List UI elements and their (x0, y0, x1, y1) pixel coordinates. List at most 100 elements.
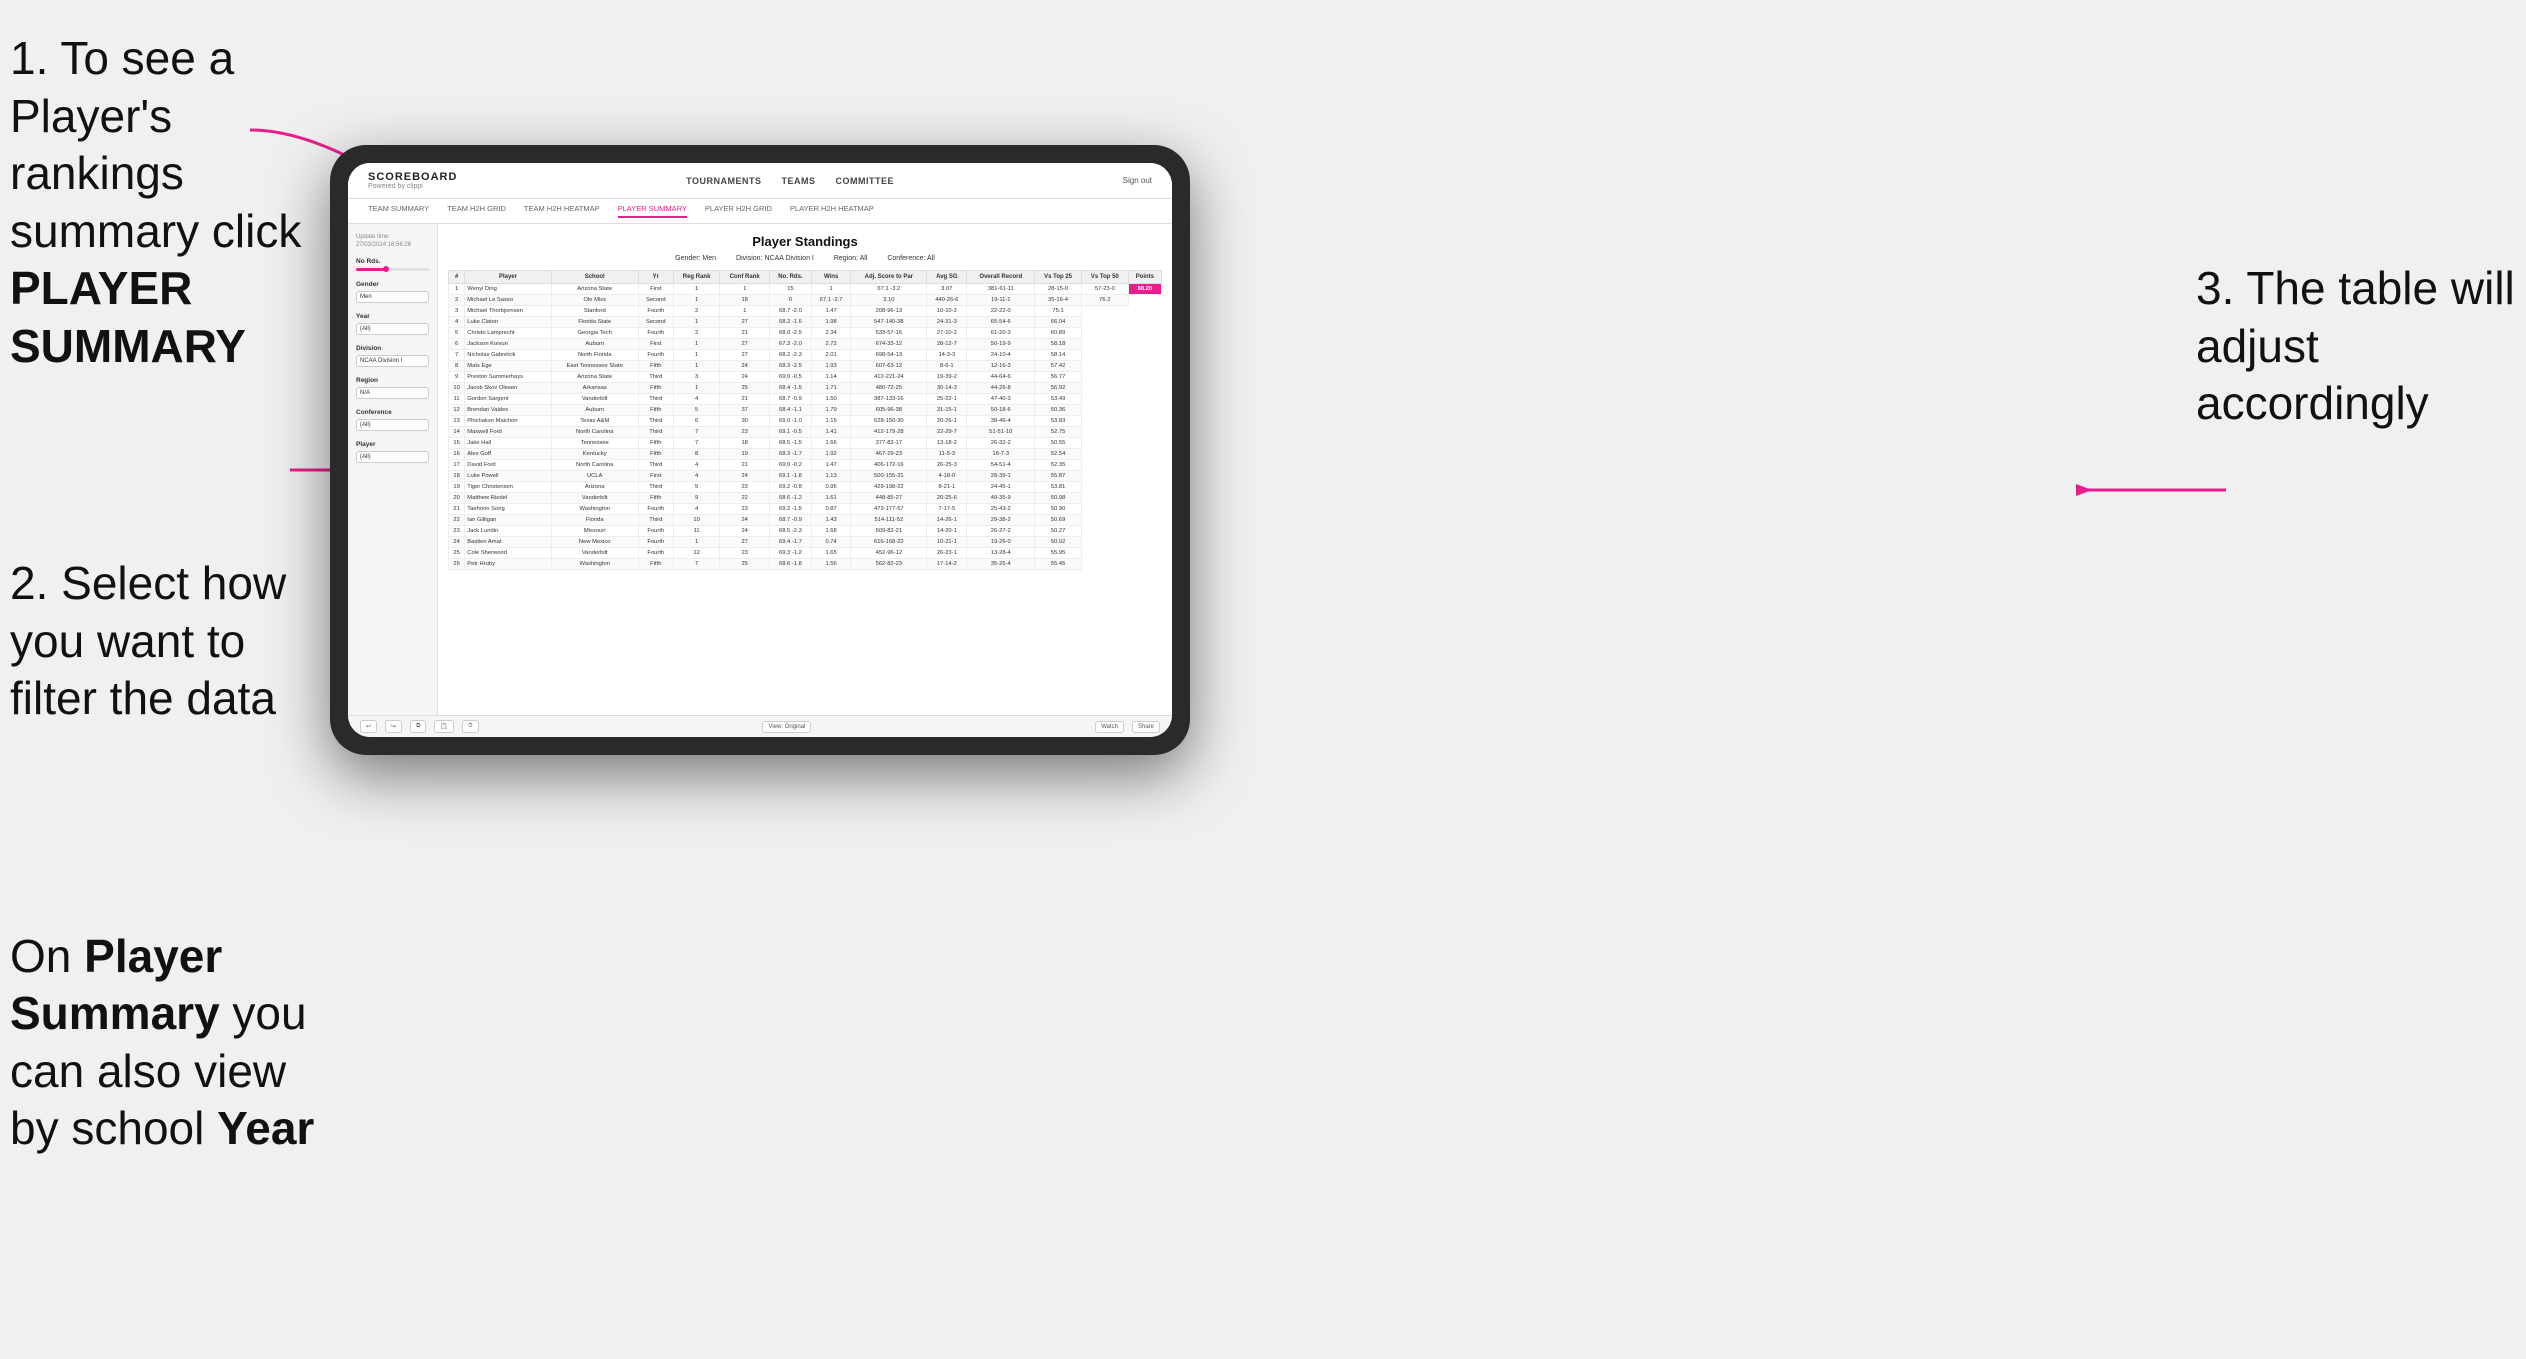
conference-section: Conference (All) (356, 409, 429, 431)
table-cell: 1.65 (811, 548, 851, 559)
table-cell: 31-15-1 (927, 405, 967, 416)
table-cell: 52.54 (1035, 449, 1082, 460)
paste-btn[interactable]: 📋 (434, 720, 453, 733)
table-row[interactable]: 14Maxwell FordNorth CarolinaThird72369.1… (449, 427, 1162, 438)
table-row[interactable]: 13Phichaksn MaichonTexas A&MThird63069.0… (449, 416, 1162, 427)
conference-select[interactable]: (All) (356, 419, 429, 431)
table-cell: 12-16-3 (967, 361, 1035, 372)
table-cell: 21 (720, 460, 770, 471)
table-cell: 24-10-4 (967, 350, 1035, 361)
region-select[interactable]: N/A (356, 387, 429, 399)
table-cell: 1.13 (811, 471, 851, 482)
table-cell: 20-26-1 (927, 416, 967, 427)
year-select[interactable]: (All) (356, 323, 429, 335)
sign-out-link[interactable]: Sign out (1123, 176, 1152, 185)
table-row[interactable]: 23Jack LundinMissouriFourth112468.5 -2.3… (449, 526, 1162, 537)
clock-btn[interactable]: ⏱ (462, 720, 479, 733)
table-cell: 16 (449, 449, 465, 460)
tablet-device: SCOREBOARD Powered by clippi TOURNAMENTS… (330, 145, 1190, 755)
table-row[interactable]: 21Taehoon SongWashingtonFourth42369.2 -1… (449, 504, 1162, 515)
table-cell: 69.2 -1.5 (770, 504, 812, 515)
table-row[interactable]: 22Ian GilliganFloridaThird102468.7 -0.91… (449, 515, 1162, 526)
table-cell: Fourth (638, 350, 673, 361)
table-row[interactable]: 16Alex GoffKentuckyFifth81968.3 -1.71.92… (449, 449, 1162, 460)
table-row[interactable]: 19Tiger ChristensenArizonaThird52369.2 -… (449, 482, 1162, 493)
table-cell: 23 (720, 504, 770, 515)
redo-btn[interactable]: ↪ (385, 720, 402, 733)
nav-teams[interactable]: TEAMS (781, 176, 815, 186)
table-cell: 23 (720, 427, 770, 438)
table-row[interactable]: 24Bastien AmatNew MexicoFourth12769.4 -1… (449, 537, 1162, 548)
table-row[interactable]: 20Matthew RiedelVanderbiltFifth92268.6 -… (449, 493, 1162, 504)
subnav-player-h2h-heatmap[interactable]: PLAYER H2H HEATMAP (790, 204, 874, 218)
player-select[interactable]: (All) (356, 451, 429, 463)
table-row[interactable]: 17David FordNorth CarolinaThird42169.0 -… (449, 460, 1162, 471)
table-cell: Taehoon Song (465, 504, 551, 515)
table-row[interactable]: 12Brendan ValdesAuburnFifth53768.4 -1.11… (449, 405, 1162, 416)
nav-bar: SCOREBOARD Powered by clippi TOURNAMENTS… (348, 163, 1172, 199)
table-cell: 58.14 (1035, 350, 1082, 361)
division-section: Division NCAA Division I (356, 345, 429, 367)
table-cell: 533-57-16 (851, 328, 927, 339)
table-cell: 1 (673, 537, 719, 548)
table-row[interactable]: 1Wenyi DingArizona StateFirst1115167.1 -… (449, 284, 1162, 295)
table-cell: 1.47 (811, 306, 851, 317)
watch-btn[interactable]: Watch (1095, 721, 1124, 733)
subnav-player-h2h-grid[interactable]: PLAYER H2H GRID (705, 204, 772, 218)
nav-tournaments[interactable]: TOURNAMENTS (686, 176, 761, 186)
table-cell: 8-6-1 (927, 361, 967, 372)
table-row[interactable]: 6Jackson KoivunAuburnFirst12767.3 -2.02.… (449, 339, 1162, 350)
subnav-team-h2h-grid[interactable]: TEAM H2H GRID (447, 204, 506, 218)
table-cell: Auburn (551, 339, 638, 350)
sidebar: Update time: 27/03/2024 16:56:26 No Rds.… (348, 224, 438, 715)
table-row[interactable]: 3Michael ThorbjornsenStanfordFourth2168.… (449, 306, 1162, 317)
table-row[interactable]: 10Jacob Skov OlesenArkansasFifth12568.4 … (449, 383, 1162, 394)
nav-committee[interactable]: COMMITTEE (835, 176, 894, 186)
col-rank: # (449, 271, 465, 284)
table-cell: First (638, 471, 673, 482)
table-row[interactable]: 26Petr HrubyWashingtonFifth72568.6 -1.81… (449, 559, 1162, 570)
table-row[interactable]: 18Luke PowellUCLAFirst42469.1 -1.81.1350… (449, 471, 1162, 482)
table-cell: 674-33-12 (851, 339, 927, 350)
table-cell: 38-46-4 (967, 416, 1035, 427)
player-section: Player (All) (356, 441, 429, 463)
step2-text: 2. Select how you want to filter the dat… (10, 555, 320, 728)
table-cell: 18 (720, 295, 770, 306)
table-row[interactable]: 5Christo LamprechtGeorgia TechFourth2216… (449, 328, 1162, 339)
table-cell: 28-15-0 (1035, 284, 1082, 295)
table-row[interactable]: 9Preston SummerhaysArizona StateThird324… (449, 372, 1162, 383)
table-cell: 53.49 (1035, 394, 1082, 405)
gender-select[interactable]: Men (356, 291, 429, 303)
table-cell: 27 (720, 317, 770, 328)
copy-btn[interactable]: ⧉ (410, 720, 426, 733)
table-row[interactable]: 2Michael Le SassoOle MissSecond118067.1 … (449, 295, 1162, 306)
table-cell: Matthew Riedel (465, 493, 551, 504)
table-row[interactable]: 15Jake HallTennesseeFifth71868.5 -1.51.6… (449, 438, 1162, 449)
table-cell: 605-96-38 (851, 405, 927, 416)
table-cell: Stanford (551, 306, 638, 317)
table-cell: North Florida (551, 350, 638, 361)
table-row[interactable]: 4Luke ClatonFlorida StateSecond12768.2 -… (449, 317, 1162, 328)
undo-btn[interactable]: ↩ (360, 720, 377, 733)
subnav-team-summary[interactable]: TEAM SUMMARY (368, 204, 429, 218)
col-avg-sg: Avg SG (927, 271, 967, 284)
col-reg-rank: Reg Rank (673, 271, 719, 284)
table-cell: 21 (720, 394, 770, 405)
share-btn[interactable]: Share (1132, 721, 1160, 733)
no-rds-slider[interactable] (356, 268, 429, 271)
table-cell: 3 (673, 372, 719, 383)
table-row[interactable]: 8Mats EgeEast Tennessee StateFifth12468.… (449, 361, 1162, 372)
subnav-team-h2h-heatmap[interactable]: TEAM H2H HEATMAP (524, 204, 600, 218)
table-body: 1Wenyi DingArizona StateFirst1115167.1 -… (449, 284, 1162, 570)
table-row[interactable]: 11Gordon SargentVanderbiltThird42168.7 -… (449, 394, 1162, 405)
table-cell: 35-16-4 (1035, 295, 1082, 306)
subnav-player-summary[interactable]: PLAYER SUMMARY (618, 204, 687, 218)
table-cell: 26-25-3 (927, 460, 967, 471)
table-cell: 4 (673, 504, 719, 515)
view-btn[interactable]: View: Original (762, 721, 811, 733)
table-row[interactable]: 7Nicholas GabrelcikNorth FloridaFourth12… (449, 350, 1162, 361)
division-select[interactable]: NCAA Division I (356, 355, 429, 367)
table-cell: 24 (720, 471, 770, 482)
table-cell: 69.1 -1.8 (770, 471, 812, 482)
table-row[interactable]: 25Cole SherwoodVanderbiltFourth122369.3 … (449, 548, 1162, 559)
